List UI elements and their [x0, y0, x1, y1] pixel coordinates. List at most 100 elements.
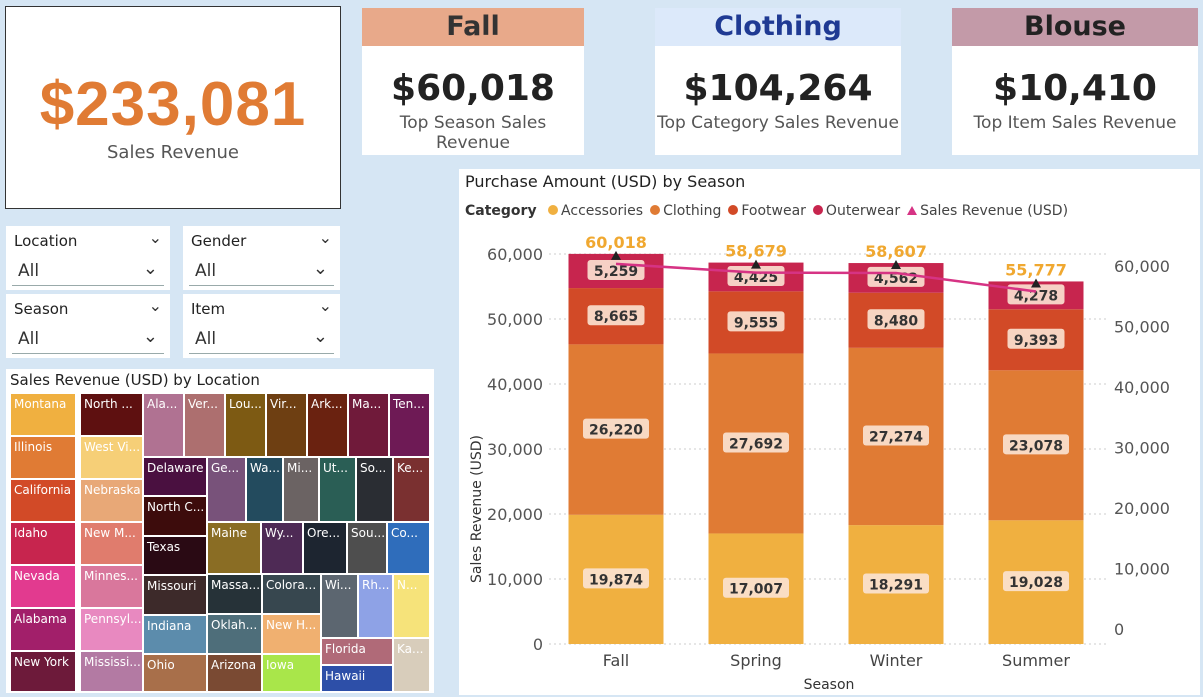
treemap-tile[interactable]: Ala... [143, 393, 184, 457]
total-label: 55,777 [1005, 260, 1067, 279]
treemap-tile[interactable]: Nevada [10, 565, 76, 608]
treemap-tile[interactable]: Ohio [143, 654, 207, 692]
x-axis-label: Season [804, 677, 855, 693]
y-tick-label: 30,000 [487, 440, 543, 459]
top-season-value: $60,018 [391, 68, 555, 109]
chevron-down-icon[interactable]: ⌄ [319, 296, 332, 315]
treemap-tile[interactable]: Wy... [261, 522, 303, 574]
top-category-value: $104,264 [683, 68, 873, 109]
treemap-tile[interactable]: Ma... [348, 393, 389, 457]
x-tick-label: Spring [730, 651, 782, 670]
data-label: 19,874 [589, 572, 643, 588]
data-label: 8,665 [594, 309, 638, 325]
treemap-tile[interactable]: Florida [321, 638, 393, 665]
treemap-tile[interactable]: Texas [143, 536, 207, 575]
treemap-tile[interactable]: Lou... [225, 393, 266, 457]
top-season-card: Fall $60,018 Top Season Sales Revenue [362, 8, 584, 155]
treemap-tile[interactable]: Pennsyl... [80, 608, 143, 651]
chevron-down-icon[interactable]: ⌄ [149, 228, 162, 247]
chevron-down-icon[interactable]: ⌄ [149, 296, 162, 315]
top-category-card: Clothing $104,264 Top Category Sales Rev… [655, 8, 901, 155]
top-item-name: Blouse [952, 8, 1198, 46]
treemap-tile[interactable]: Minnes... [80, 565, 143, 608]
treemap-tile[interactable]: Wa... [246, 457, 283, 522]
data-label: 9,393 [1014, 333, 1058, 349]
chevron-down-icon[interactable]: ⌄ [143, 258, 158, 279]
total-sales-label: Sales Revenue [106, 142, 240, 163]
treemap-tile[interactable]: Indiana [143, 615, 207, 654]
treemap-tile[interactable]: Idaho [10, 522, 76, 565]
treemap-tile[interactable]: Oklah... [207, 614, 262, 654]
chevron-down-icon[interactable]: ⌄ [319, 228, 332, 247]
treemap-tile[interactable]: Arizona [207, 654, 262, 692]
top-item-card: Blouse $10,410 Top Item Sales Revenue [952, 8, 1198, 155]
treemap-tile[interactable]: Ge... [207, 457, 246, 522]
season-chart-card: Purchase Amount (USD) by Season Category… [459, 169, 1200, 695]
season-dropdown[interactable]: All ⌄ [12, 324, 164, 354]
treemap-tile[interactable]: Ark... [307, 393, 348, 457]
y-tick-label: 50,000 [487, 310, 543, 329]
treemap-tile[interactable]: Mi... [283, 457, 319, 522]
treemap-tile[interactable]: N... [393, 574, 430, 638]
treemap-tile[interactable]: Maine [207, 522, 261, 574]
treemap-tile[interactable]: Massa... [207, 574, 262, 614]
treemap-tile[interactable]: New M... [80, 522, 143, 565]
chevron-down-icon[interactable]: ⌄ [143, 326, 158, 347]
treemap-tile[interactable]: Ore... [303, 522, 347, 574]
total-sales-value: $233,081 [39, 70, 307, 139]
y-tick-label: 40,000 [487, 375, 543, 394]
treemap-tile[interactable]: Co... [387, 522, 430, 574]
treemap-tile[interactable]: Ver... [184, 393, 225, 457]
item-dropdown[interactable]: All ⌄ [189, 324, 334, 354]
treemap-tile[interactable]: Vir... [266, 393, 307, 457]
treemap-tile[interactable]: Delaware [143, 457, 207, 496]
treemap-tile[interactable]: West Vi... [80, 436, 143, 479]
treemap-tile[interactable]: Colora... [262, 574, 321, 614]
treemap-tile[interactable]: Hawaii [321, 665, 393, 692]
data-label: 26,220 [589, 423, 643, 439]
treemap-tile[interactable]: Ka... [393, 638, 430, 692]
top-item-label: Top Item Sales Revenue [973, 113, 1177, 133]
data-label: 27,274 [869, 429, 923, 445]
data-label: 23,078 [1009, 438, 1063, 454]
location-slicer-title: Location [14, 232, 78, 250]
top-season-name: Fall [362, 8, 584, 46]
gender-dropdown[interactable]: All ⌄ [189, 256, 334, 286]
treemap-tile[interactable]: Ten... [389, 393, 430, 457]
location-slicer[interactable]: Location ⌄ All ⌄ [6, 226, 170, 290]
gender-slicer[interactable]: Gender ⌄ All ⌄ [183, 226, 340, 290]
data-label: 17,007 [729, 582, 783, 598]
treemap-tile[interactable]: Sou... [347, 522, 387, 574]
treemap-tile[interactable]: Rh... [358, 574, 393, 638]
x-tick-label: Winter [870, 651, 923, 670]
treemap-tile[interactable]: Ke... [393, 457, 430, 522]
location-value: All [18, 261, 40, 281]
location-dropdown[interactable]: All ⌄ [12, 256, 164, 286]
treemap-tile[interactable]: North C... [143, 496, 207, 536]
y-tick-label: 10,000 [487, 570, 543, 589]
treemap-tile[interactable]: Wi... [321, 574, 358, 638]
y2-tick-label: 10,000 [1114, 560, 1170, 579]
treemap-tile[interactable]: Illinois [10, 436, 76, 479]
location-treemap: Sales Revenue (USD) by Location Montana I… [6, 369, 434, 693]
y-tick-label: 0 [533, 635, 543, 654]
treemap-tile[interactable]: California [10, 479, 76, 522]
treemap-tile[interactable]: Iowa [262, 654, 321, 692]
y2-tick-label: 50,000 [1114, 318, 1170, 337]
x-tick-label: Summer [1002, 651, 1070, 670]
chevron-down-icon[interactable]: ⌄ [313, 258, 328, 279]
treemap-tile[interactable]: So... [356, 457, 393, 522]
treemap-tile[interactable]: New York [10, 651, 76, 692]
treemap-tile[interactable]: Missouri [143, 575, 207, 615]
season-slicer[interactable]: Season ⌄ All ⌄ [6, 294, 170, 358]
treemap-tile[interactable]: Montana [10, 393, 76, 436]
treemap-title: Sales Revenue (USD) by Location [10, 371, 260, 389]
treemap-tile[interactable]: North ... [80, 393, 143, 436]
treemap-tile[interactable]: Ut... [319, 457, 356, 522]
treemap-tile[interactable]: Nebraska [80, 479, 143, 522]
chevron-down-icon[interactable]: ⌄ [313, 326, 328, 347]
treemap-tile[interactable]: New H... [262, 614, 321, 654]
treemap-tile[interactable]: Alabama [10, 608, 76, 651]
treemap-tile[interactable]: Mississi... [80, 651, 143, 692]
item-slicer[interactable]: Item ⌄ All ⌄ [183, 294, 340, 358]
